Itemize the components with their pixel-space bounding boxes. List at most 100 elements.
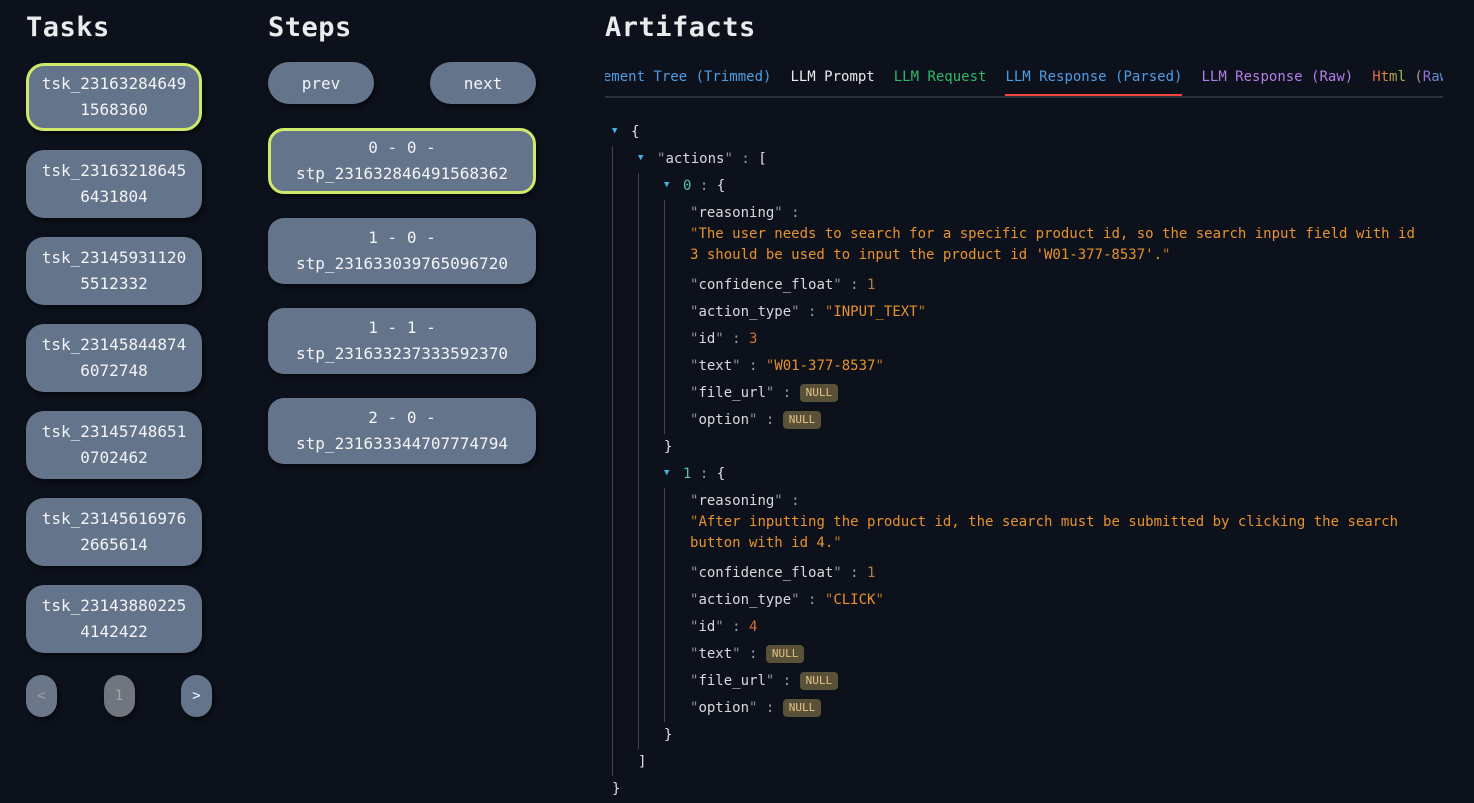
collapse-arrow-icon[interactable]: ▼ [612, 119, 631, 146]
steps-prev-next: prev next [268, 62, 536, 104]
tree-row: "action_type" : "CLICK" [612, 587, 1443, 614]
tab-llm-prompt[interactable]: LLM Prompt [790, 69, 874, 98]
tree-line-content: "actions" : [ [657, 146, 767, 173]
task-button[interactable]: tsk_231457486510702462 [26, 411, 202, 479]
tree-line-content: ] [638, 749, 646, 776]
indent-guide [638, 668, 664, 695]
tree-row: "id" : 4 [612, 614, 1443, 641]
indent-guide [638, 560, 664, 587]
collapse-arrow-icon[interactable]: ▼ [664, 173, 683, 200]
json-key: action_type [698, 592, 791, 608]
null-badge: NULL [800, 384, 839, 402]
null-badge: NULL [783, 699, 822, 717]
indent-guide [612, 353, 638, 380]
tree-row: } [612, 434, 1443, 461]
tasks-prev-page-button[interactable]: < [26, 675, 57, 717]
collapse-arrow-icon[interactable]: ▼ [638, 146, 657, 173]
json-string-value-wrapped: "The user needs to search for a specific… [690, 224, 1426, 266]
json-key: reasoning [698, 205, 774, 221]
indent-guide [612, 224, 638, 272]
steps-prev-button[interactable]: prev [268, 62, 374, 104]
indent-guide [612, 173, 638, 200]
step-button[interactable]: 1 - 1 -stp_231633237333592370 [268, 308, 536, 374]
json-string-value: W01-377-8537 [774, 358, 875, 374]
indent-guide [664, 353, 690, 380]
indent-guide [638, 641, 664, 668]
string-quote: " [833, 535, 841, 551]
task-button[interactable]: tsk_231458448746072748 [26, 324, 202, 392]
indent-guide [638, 512, 664, 560]
tree-line-content: "id" : 3 [690, 326, 757, 353]
indent-guide [638, 461, 664, 488]
tree-line-content: "id" : 4 [690, 614, 757, 641]
indent-guide [612, 299, 638, 326]
steps-title: Steps [268, 12, 536, 43]
indent-guide [664, 695, 690, 722]
indent-guide [664, 272, 690, 299]
task-button[interactable]: tsk_231632186456431804 [26, 150, 202, 218]
tree-row: ▼1 : { [612, 461, 1443, 488]
step-button[interactable]: 2 - 0 -stp_231633344707774794 [268, 398, 536, 464]
indent-guide [612, 587, 638, 614]
indent-guide [638, 200, 664, 224]
brace: } [664, 727, 672, 743]
tree-line-content: { [631, 119, 639, 146]
string-quote: " [918, 304, 926, 320]
tasks-page-button[interactable]: 1 [104, 675, 135, 717]
json-key: confidence_float [698, 565, 833, 581]
tree-row: ▼"actions" : [ [612, 146, 1443, 173]
indent-guide [638, 380, 664, 407]
task-button[interactable]: tsk_231632846491568360 [26, 63, 202, 131]
tree-row: "confidence_float" : 1 [612, 272, 1443, 299]
key-quote: " [833, 277, 841, 293]
json-number-value: 4 [749, 619, 757, 635]
artifacts-tab-bar: Element Tree (Trimmed) LLM Prompt LLM Requ… [605, 69, 1443, 98]
indent-guide [612, 695, 638, 722]
indent-guide [638, 272, 664, 299]
indent-guide [638, 353, 664, 380]
indent-guide [638, 587, 664, 614]
colon: : [724, 331, 749, 347]
key-quote: " [791, 592, 799, 608]
step-button[interactable]: 0 - 0 -stp_231632846491568362 [268, 128, 536, 194]
indent-guide [612, 146, 638, 173]
tree-line-content: "file_url" : NULL [690, 380, 838, 407]
indent-guide [612, 512, 638, 560]
tab-element-tree-trimmed[interactable]: Element Tree (Trimmed) [605, 69, 771, 98]
key-quote: " [774, 493, 782, 509]
tab-html-raw[interactable]: Html (Raw) [1372, 69, 1443, 98]
tab-llm-response-parsed[interactable]: LLM Response (Parsed) [1005, 69, 1182, 98]
json-key: text [698, 646, 732, 662]
task-button[interactable]: tsk_231456169762665614 [26, 498, 202, 566]
indent-guide [638, 299, 664, 326]
json-key: id [698, 619, 715, 635]
task-button[interactable]: tsk_231459311205512332 [26, 237, 202, 305]
colon: : [842, 565, 867, 581]
tree-row: "confidence_float" : 1 [612, 560, 1443, 587]
task-list: tsk_231632846491568360 tsk_23163218645643… [26, 63, 202, 653]
indent-guide [612, 614, 638, 641]
steps-next-button[interactable]: next [430, 62, 536, 104]
step-button[interactable]: 1 - 0 -stp_231633039765096720 [268, 218, 536, 284]
indent-guide [638, 434, 664, 461]
tree-line-content: "option" : NULL [690, 695, 821, 722]
tree-line-content: "option" : NULL [690, 407, 821, 434]
tree-row: ▼{ [612, 119, 1443, 146]
tasks-title: Tasks [26, 12, 202, 43]
indent-guide [664, 587, 690, 614]
tab-llm-response-raw[interactable]: LLM Response (Raw) [1201, 69, 1353, 98]
indent-guide [612, 749, 638, 776]
tab-llm-request[interactable]: LLM Request [894, 69, 987, 98]
colon: : [774, 673, 799, 689]
indent-guide [612, 200, 638, 224]
tasks-next-page-button[interactable]: > [181, 675, 212, 717]
json-number-value: 1 [867, 277, 875, 293]
task-button[interactable]: tsk_231438802254142422 [26, 585, 202, 653]
brace: { [717, 466, 725, 482]
collapse-arrow-icon[interactable]: ▼ [664, 461, 683, 488]
tree-row: } [612, 722, 1443, 749]
step-id: stp_231633039765096720 [296, 254, 508, 273]
json-key: file_url [698, 385, 765, 401]
brace: [ [758, 151, 766, 167]
indent-guide [638, 407, 664, 434]
